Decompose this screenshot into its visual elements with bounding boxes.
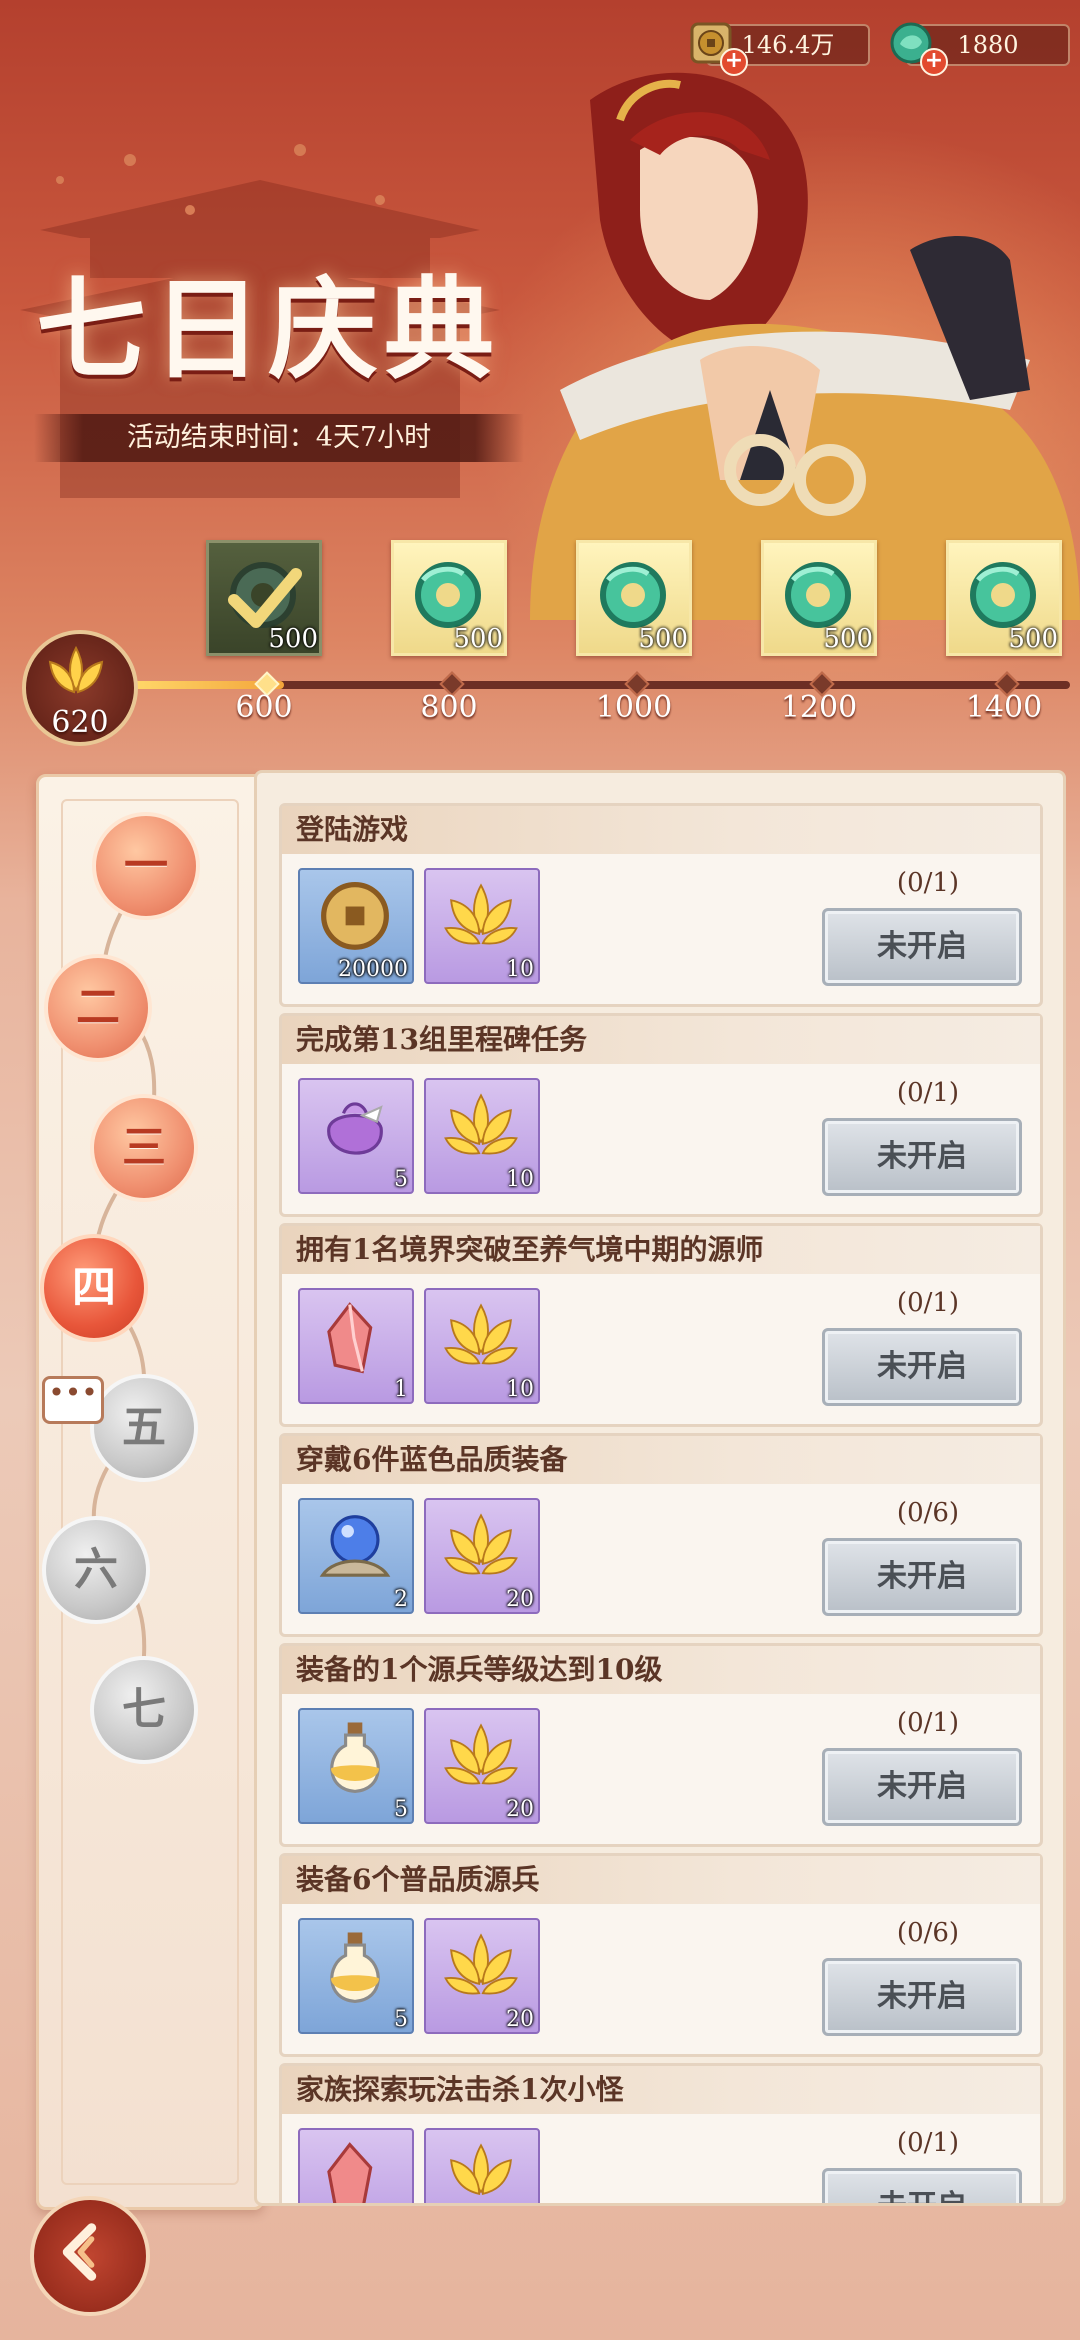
task-status-button[interactable]: 未开启 <box>822 1538 1022 1616</box>
day-tab-1[interactable]: 一 <box>92 812 200 920</box>
task-status-button[interactable]: 未开启 <box>822 1118 1022 1196</box>
crystal-icon <box>327 2142 373 2203</box>
task-progress: (0/1) <box>896 1078 960 1108</box>
day-tab-7[interactable]: 七 <box>90 1656 198 1764</box>
chat-bubble-icon[interactable]: ••• <box>42 1376 104 1424</box>
golden-lotus-icon <box>450 2143 512 2196</box>
task-title: 拥有1名境界突破至养气境中期的源师 <box>282 1226 1040 1274</box>
task-card: 装备6个普品质源兵 5 20 (0/6) 未开启 <box>279 1853 1043 2057</box>
day-tab-2[interactable]: 二 <box>44 954 152 1062</box>
task-title: 登陆游戏 <box>282 806 1040 854</box>
golden-lotus-icon <box>444 1513 518 1575</box>
golden-lotus-icon <box>444 1303 518 1365</box>
golden-lotus-icon <box>444 1933 518 1995</box>
task-title: 装备的1个源兵等级达到10级 <box>282 1646 1040 1694</box>
milestone-reward-600[interactable]: 500 <box>206 540 322 656</box>
task-status-button[interactable]: 未开启 <box>822 1328 1022 1406</box>
task-title: 装备6个普品质源兵 <box>282 1856 1040 1904</box>
potion-icon <box>330 1932 380 2003</box>
task-card: 穿戴6件蓝色品质装备 2 20 (0/6) 未开启 <box>279 1433 1043 1637</box>
reward-item[interactable]: 1 <box>298 1288 414 1404</box>
task-card: 装备的1个源兵等级达到10级 5 20 (0/1) 未开启 <box>279 1643 1043 1847</box>
task-status-button[interactable]: 未开启 <box>822 2168 1022 2203</box>
copper-coin-icon <box>321 881 389 950</box>
task-status-button[interactable]: 未开启 <box>822 1958 1022 2036</box>
reward-item[interactable]: 20 <box>424 1918 540 2034</box>
reward-item[interactable]: 10 <box>424 1288 540 1404</box>
add-jade-button[interactable]: + <box>920 48 948 76</box>
task-card: 拥有1名境界突破至养气境中期的源师 1 10 (0/1) 未开启 <box>279 1223 1043 1427</box>
milestone-reward-1200[interactable]: 500 <box>761 540 877 656</box>
reward-item[interactable]: 5 <box>298 1078 414 1194</box>
current-points: 620 <box>51 705 109 740</box>
points-badge: 620 <box>22 630 138 746</box>
task-status-button[interactable]: 未开启 <box>822 1748 1022 1826</box>
reward-item[interactable]: 10 <box>424 868 540 984</box>
event-title-text: 七日庆典 <box>36 265 500 394</box>
milestone-value: 1200 <box>780 690 858 725</box>
day-tab-4[interactable]: 四 <box>40 1234 148 1342</box>
task-card: 登陆游戏 20000 10 (0/1) 未开启 <box>279 803 1043 1007</box>
task-status-button[interactable]: 未开启 <box>822 908 1022 986</box>
coin-amount: 146.4万 <box>741 31 835 59</box>
day-tab-6[interactable]: 六 <box>42 1516 150 1624</box>
task-card: 家族探索玩法击杀1次小怪 (0/1) 未开启 <box>279 2063 1043 2203</box>
milestone-value: 1400 <box>965 690 1043 725</box>
task-progress: (0/6) <box>896 1498 960 1528</box>
event-title: 七日庆典 <box>36 240 536 394</box>
reward-item[interactable]: 10 <box>424 1078 540 1194</box>
task-progress: (0/1) <box>896 868 960 898</box>
jade-counter[interactable]: + 1880 <box>890 22 1070 76</box>
add-coin-button[interactable]: + <box>720 48 748 76</box>
milestone-reward-1400[interactable]: 500 <box>946 540 1062 656</box>
reward-item[interactable] <box>298 2128 414 2203</box>
task-title: 完成第13组里程碑任务 <box>282 1016 1040 1064</box>
milestone-reward-800[interactable]: 500 <box>391 540 507 656</box>
reward-item[interactable]: 20 <box>424 1498 540 1614</box>
golden-lotus-icon <box>444 883 518 945</box>
hero-character <box>530 72 1080 620</box>
task-progress: (0/1) <box>896 2128 960 2158</box>
event-end-time: 活动结束时间：4天7小时 <box>34 414 524 462</box>
task-list[interactable]: 登陆游戏 20000 10 (0/1) 未开启 完成第13组里程碑任务 5 10… <box>254 770 1066 2206</box>
back-button[interactable] <box>30 2196 150 2316</box>
task-title: 家族探索玩法击杀1次小怪 <box>282 2066 1040 2114</box>
back-arrow-icon <box>62 2223 97 2281</box>
task-progress: (0/6) <box>896 1918 960 1948</box>
task-progress: (0/1) <box>896 1288 960 1318</box>
coin-counter[interactable]: + 146.4万 <box>690 22 870 76</box>
milestone-reward-1000[interactable]: 500 <box>576 540 692 656</box>
milestone-value: 800 <box>420 690 478 725</box>
orb-icon <box>319 1515 391 1577</box>
reward-item[interactable]: 20 <box>424 1708 540 1824</box>
golden-lotus-icon <box>444 1093 518 1155</box>
day-tab-5[interactable]: 五 <box>90 1374 198 1482</box>
task-progress: (0/1) <box>896 1708 960 1738</box>
pouch-icon <box>327 1102 383 1155</box>
jade-amount: 1880 <box>957 31 1019 59</box>
crystal-icon <box>327 1302 373 1374</box>
milestone-value: 600 <box>235 690 293 725</box>
potion-icon <box>330 1722 380 1793</box>
reward-item[interactable]: 20000 <box>298 868 414 984</box>
golden-lotus-icon <box>444 1723 518 1785</box>
task-card: 完成第13组里程碑任务 5 10 (0/1) 未开启 <box>279 1013 1043 1217</box>
reward-item[interactable]: 5 <box>298 1708 414 1824</box>
reward-item[interactable] <box>424 2128 540 2203</box>
day-tab-3[interactable]: 三 <box>90 1094 198 1202</box>
reward-item[interactable]: 5 <box>298 1918 414 2034</box>
task-title: 穿戴6件蓝色品质装备 <box>282 1436 1040 1484</box>
reward-item[interactable]: 2 <box>298 1498 414 1614</box>
milestone-value: 1000 <box>595 690 673 725</box>
